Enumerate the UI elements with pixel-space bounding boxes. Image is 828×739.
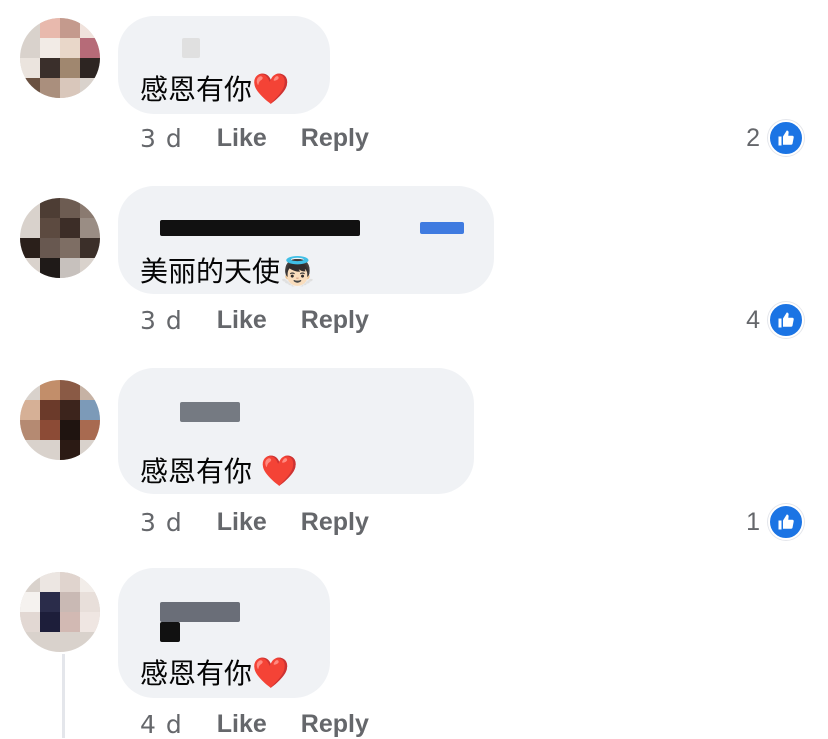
author-name-redacted[interactable] xyxy=(160,220,360,236)
author-badge-redacted xyxy=(420,222,464,234)
thread-line xyxy=(62,654,65,738)
reaction-number: 2 xyxy=(746,123,760,152)
thumbs-up-icon xyxy=(768,120,804,156)
reaction-count[interactable]: 1 xyxy=(746,504,804,540)
thumbs-up-icon xyxy=(768,302,804,338)
angel-emoji: 👼🏻 xyxy=(280,255,315,288)
thumbs-up-icon xyxy=(768,504,804,540)
like-button[interactable]: Like xyxy=(217,124,267,153)
reply-button[interactable]: Reply xyxy=(301,124,369,153)
comment-bubble: 美丽的天使👼🏻 xyxy=(118,186,494,294)
timestamp[interactable]: 4 d xyxy=(140,710,183,739)
reaction-count[interactable]: 2 xyxy=(746,120,804,156)
reply-button[interactable]: Reply xyxy=(301,306,369,335)
author-name-redacted[interactable] xyxy=(180,402,240,422)
timestamp[interactable]: 3 d xyxy=(140,124,183,153)
comment-1: 感恩有你❤️ 3 d Like Reply 2 xyxy=(0,0,828,180)
heart-emoji: ❤️ xyxy=(252,72,290,107)
reply-button[interactable]: Reply xyxy=(301,710,369,739)
timestamp[interactable]: 3 d xyxy=(140,306,183,335)
comment-text: 感恩有你❤️ xyxy=(140,656,290,691)
comment-actions: 3 d Like Reply xyxy=(140,508,369,537)
comment-4: 感恩有你❤️ 4 d Like Reply xyxy=(0,562,828,739)
comment-bubble: 感恩有你❤️ xyxy=(118,16,330,114)
comment-bubble: 感恩有你 ❤️ xyxy=(118,368,474,494)
comment-text: 感恩有你 ❤️ xyxy=(140,454,299,489)
like-button[interactable]: Like xyxy=(217,508,267,537)
comment-3: 感恩有你 ❤️ 3 d Like Reply 1 xyxy=(0,362,828,562)
comment-text: 美丽的天使👼🏻 xyxy=(140,255,315,288)
author-name-redacted[interactable] xyxy=(182,38,200,58)
comment-actions: 3 d Like Reply xyxy=(140,306,369,335)
comment-actions: 3 d Like Reply xyxy=(140,124,369,153)
author-name-redacted-2 xyxy=(160,622,180,642)
reaction-count[interactable]: 4 xyxy=(746,302,804,338)
reply-button[interactable]: Reply xyxy=(301,508,369,537)
avatar[interactable] xyxy=(20,198,100,278)
avatar[interactable] xyxy=(20,572,100,652)
comment-2: 美丽的天使👼🏻 3 d Like Reply 4 xyxy=(0,180,828,362)
heart-emoji: ❤️ xyxy=(260,454,299,489)
like-button[interactable]: Like xyxy=(217,710,267,739)
avatar[interactable] xyxy=(20,18,100,98)
like-button[interactable]: Like xyxy=(217,306,267,335)
comment-text: 感恩有你❤️ xyxy=(140,72,290,107)
avatar[interactable] xyxy=(20,380,100,460)
comment-actions: 4 d Like Reply xyxy=(140,710,369,739)
reaction-number: 4 xyxy=(746,305,760,334)
author-name-redacted[interactable] xyxy=(160,602,240,622)
reaction-number: 1 xyxy=(746,507,760,536)
heart-emoji: ❤️ xyxy=(252,656,290,691)
comment-bubble: 感恩有你❤️ xyxy=(118,568,330,698)
timestamp[interactable]: 3 d xyxy=(140,508,183,537)
